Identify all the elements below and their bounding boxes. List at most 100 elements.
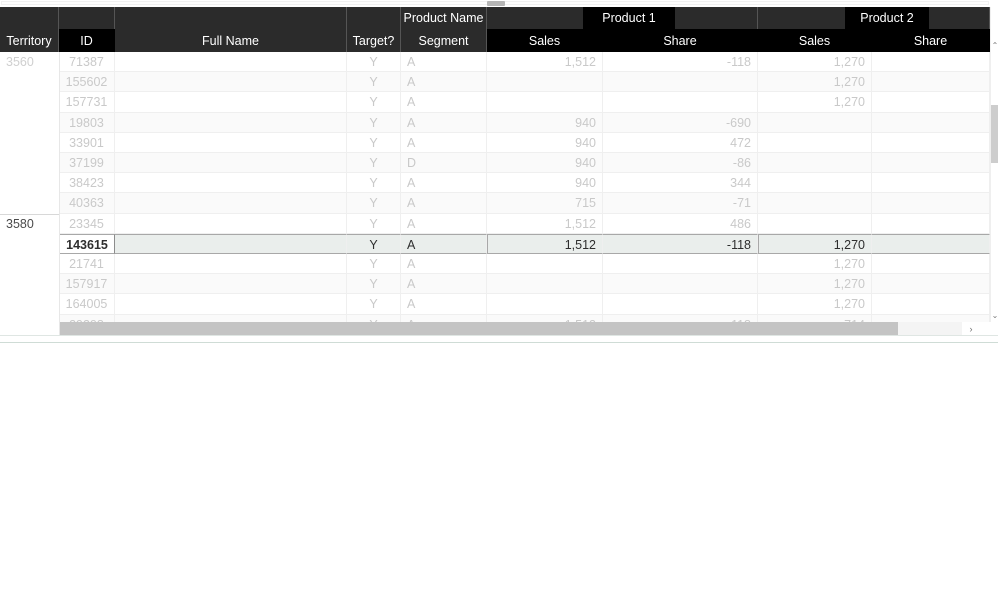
cell-p1-share[interactable]: -86 [603,153,758,174]
cell-full-name[interactable] [115,254,347,275]
cell-segment[interactable]: A [401,112,487,133]
cell-p1-sales[interactable]: 1,512 [487,233,603,254]
cell-p1-share[interactable]: 472 [603,132,758,153]
header-group-tab-product-2[interactable]: Product 2 [845,7,929,29]
cell-p1-share[interactable] [603,72,758,93]
cell-p1-sales[interactable] [487,92,603,113]
cell-segment[interactable]: A [401,52,487,73]
cell-p2-share[interactable] [872,173,990,194]
cell-p1-sales[interactable]: 940 [487,132,603,153]
column-header-share[interactable]: Share [603,29,758,52]
cell-p1-sales[interactable]: 1,512 [487,52,603,73]
cell-p2-share[interactable] [872,153,990,174]
cell-id[interactable]: 157917 [59,274,115,295]
table-row[interactable]: 164005 Y A 1,270 [0,294,990,315]
cell-id[interactable]: 21741 [59,254,115,275]
cell-p1-share[interactable]: 344 [603,173,758,194]
cell-segment[interactable]: A [401,92,487,113]
cell-id[interactable]: 40363 [59,193,115,214]
cell-full-name[interactable] [115,274,347,295]
cell-full-name[interactable] [115,294,347,315]
cell-id[interactable]: 164005 [59,294,115,315]
cell-full-name[interactable] [115,233,347,254]
cell-p2-share[interactable] [872,193,990,214]
table-row[interactable]: 71387 Y A 1,512 -118 1,270 [0,52,990,73]
cell-id[interactable]: 33901 [59,132,115,153]
cell-p1-sales[interactable]: 940 [487,112,603,133]
cell-p1-sales[interactable] [487,72,603,93]
cell-target[interactable]: Y [347,173,401,194]
vertical-scrollbar[interactable]: ⌃ ⌄ [990,7,998,335]
cell-id[interactable]: 157731 [59,92,115,113]
cell-p1-share[interactable] [603,294,758,315]
cell-full-name[interactable] [115,72,347,93]
cell-full-name[interactable] [115,193,347,214]
cell-segment[interactable]: A [401,132,487,153]
column-header-target[interactable]: Target? [347,29,401,52]
column-header-id[interactable]: ID [59,29,115,52]
table-row[interactable]: 37199 Y D 940 -86 [0,153,990,174]
scroll-right-icon[interactable]: › [962,322,980,335]
cell-p2-share[interactable] [872,92,990,113]
cell-segment[interactable]: A [401,213,487,234]
cell-target[interactable]: Y [347,52,401,73]
cell-p2-share[interactable] [872,52,990,73]
cell-full-name[interactable] [115,112,347,133]
cell-p2-share[interactable] [872,274,990,295]
cell-target[interactable]: Y [347,153,401,174]
vertical-scrollbar-thumb[interactable] [991,105,998,163]
cell-full-name[interactable] [115,52,347,73]
table-row[interactable]: 157731 Y A 1,270 [0,92,990,113]
cell-id[interactable]: 143615 [59,233,115,254]
cell-p2-share[interactable] [872,213,990,234]
table-row[interactable]: 33901 Y A 940 472 [0,132,990,153]
cell-id[interactable]: 155602 [59,72,115,93]
cell-p2-share[interactable] [872,112,990,133]
cell-target[interactable]: Y [347,294,401,315]
cell-p1-share[interactable]: -690 [603,112,758,133]
cell-p2-sales[interactable] [758,132,872,153]
cell-full-name[interactable] [115,213,347,234]
cell-id[interactable]: 37199 [59,153,115,174]
cell-target[interactable]: Y [347,213,401,234]
cell-full-name[interactable] [115,153,347,174]
cell-target[interactable]: Y [347,274,401,295]
territory-group-label[interactable]: 3560 [0,52,59,72]
cell-target[interactable]: Y [347,72,401,93]
cell-segment[interactable]: A [401,274,487,295]
cell-p1-sales[interactable]: 1,512 [487,213,603,234]
cell-p2-sales[interactable]: 1,270 [758,274,872,295]
cell-p1-share[interactable]: -118 [603,52,758,73]
horizontal-scrollbar[interactable]: ‹ › [0,322,998,335]
cell-p2-share[interactable] [872,72,990,93]
cell-p2-sales[interactable] [758,112,872,133]
spreadsheet-grid[interactable]: Product Name Territory ID Full Name Target? S… [0,7,998,335]
cell-target[interactable]: Y [347,233,401,254]
cell-id[interactable]: 19803 [59,112,115,133]
table-row[interactable]: 19803 Y A 940 -690 [0,112,990,133]
cell-id[interactable]: 38423 [59,173,115,194]
cell-segment[interactable]: A [401,254,487,275]
cell-p2-share[interactable] [872,254,990,275]
cell-target[interactable]: Y [347,193,401,214]
cell-p1-share[interactable] [603,254,758,275]
table-row[interactable]: 38423 Y A 940 344 [0,173,990,194]
cell-p1-sales[interactable]: 715 [487,193,603,214]
cell-p2-share[interactable] [872,294,990,315]
cell-p2-share[interactable] [872,233,990,254]
cell-p1-share[interactable]: -118 [603,233,758,254]
cell-p2-sales[interactable]: 1,270 [758,92,872,113]
cell-target[interactable]: Y [347,132,401,153]
column-header-full-name[interactable]: Full Name [115,29,347,52]
column-header-territory[interactable]: Territory [0,29,59,52]
cell-p2-sales[interactable]: 1,270 [758,294,872,315]
cell-p2-sales[interactable]: 1,270 [758,233,872,254]
top-scroll-thumb[interactable] [487,1,505,6]
cell-p1-share[interactable]: 486 [603,213,758,234]
cell-p1-sales[interactable] [487,274,603,295]
cell-id[interactable]: 71387 [59,52,115,73]
cell-full-name[interactable] [115,92,347,113]
cell-segment[interactable]: A [401,294,487,315]
column-header-sales[interactable]: Sales [758,29,872,52]
cell-p2-share[interactable] [872,132,990,153]
